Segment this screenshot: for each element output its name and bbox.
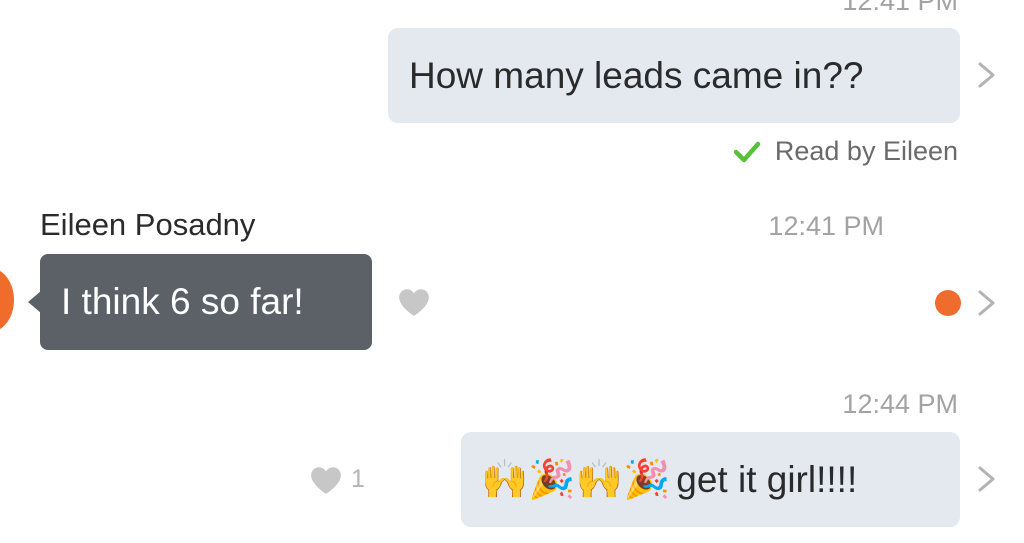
like-count: 1 [351, 465, 365, 493]
incoming-message-bubble[interactable]: I think 6 so far! [40, 254, 372, 350]
outgoing-message-bubble[interactable]: How many leads came in?? [388, 28, 960, 123]
chevron-right-icon[interactable] [976, 61, 998, 89]
message-text: get it girl!!!! [676, 458, 858, 500]
message-text: I think 6 so far! [61, 281, 304, 322]
message-text: How many leads came in?? [409, 54, 864, 96]
emoji-sequence: 🙌🎉🙌🎉 [481, 458, 671, 501]
outgoing-message-bubble[interactable]: 🙌🎉🙌🎉 get it girl!!!! [461, 432, 960, 527]
heart-icon[interactable] [309, 465, 343, 495]
read-receipt: Read by Eileen [733, 136, 958, 167]
heart-icon[interactable] [397, 287, 431, 317]
sender-name: Eileen Posadny [40, 207, 256, 242]
message-timestamp: 12:44 PM [842, 389, 958, 419]
chevron-right-icon[interactable] [976, 465, 998, 493]
message-timestamp: 12:41 PM [842, 0, 958, 16]
chevron-right-icon[interactable] [976, 289, 998, 317]
message-timestamp: 12:41 PM [768, 211, 884, 241]
avatar[interactable] [0, 268, 14, 332]
checkmark-icon [733, 140, 761, 164]
unread-dot-icon [935, 290, 961, 316]
read-receipt-text: Read by Eileen [774, 136, 958, 166]
